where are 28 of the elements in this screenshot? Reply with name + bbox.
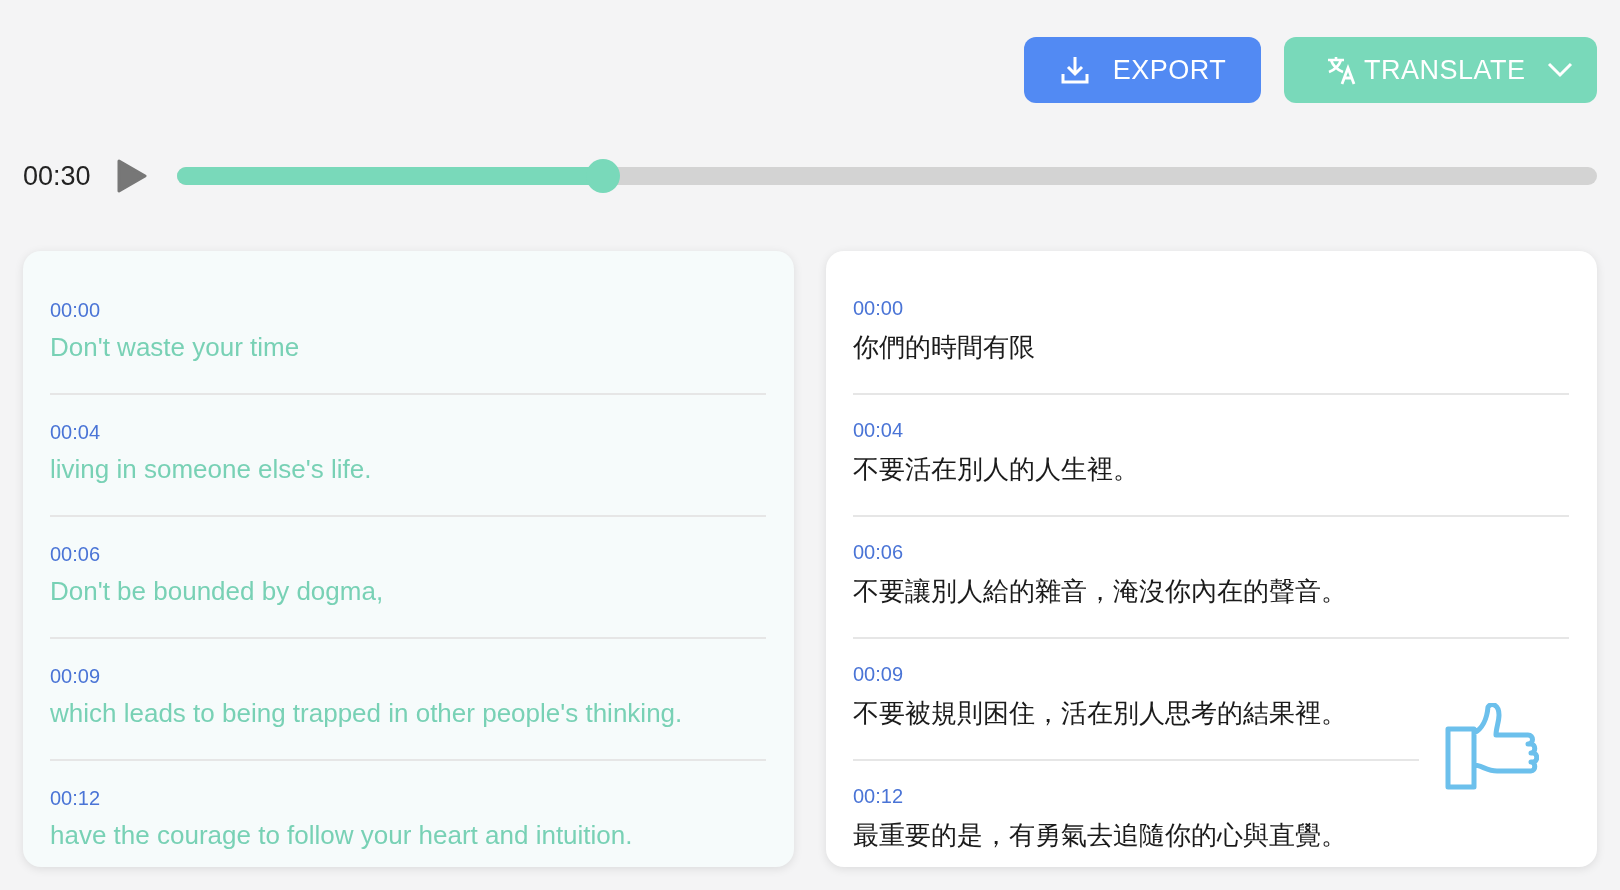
- caption-text: living in someone else's life.: [50, 454, 373, 485]
- timestamp[interactable]: 00:00: [50, 299, 766, 322]
- caption-text: 不要被規則困住，活在別人思考的結果裡。: [853, 697, 1348, 730]
- play-icon[interactable]: [117, 159, 147, 193]
- export-button[interactable]: EXPORT: [1024, 37, 1261, 103]
- timestamp[interactable]: 00:12: [50, 787, 766, 810]
- caption-text: Don't be bounded by dogma,: [50, 576, 385, 607]
- timestamp[interactable]: 00:04: [50, 421, 766, 444]
- timestamp[interactable]: 00:09: [50, 665, 766, 688]
- timestamp[interactable]: 00:09: [853, 663, 1419, 686]
- caption-text: which leads to being trapped in other people's thinking.: [50, 698, 684, 729]
- translate-icon: [1326, 54, 1358, 86]
- playback-time: 00:30: [23, 160, 92, 192]
- timestamp[interactable]: 00:06: [50, 543, 766, 566]
- caption-text: 不要活在別人的人生裡。: [853, 453, 1140, 486]
- caret-icon: [1547, 62, 1573, 78]
- timestamp[interactable]: 00:00: [853, 297, 1569, 320]
- caption-text: 你們的時間有限: [853, 331, 1036, 364]
- caption-text: Don't waste your time: [50, 332, 301, 363]
- progress-thumb[interactable]: [586, 159, 620, 193]
- timestamp[interactable]: 00:06: [853, 541, 1569, 564]
- caption-text: 不要讓別人給的雜音，淹沒你內在的聲音。: [853, 575, 1348, 608]
- timestamp[interactable]: 00:04: [853, 419, 1569, 442]
- progress-track[interactable]: [177, 167, 1597, 185]
- timestamp[interactable]: 00:12: [853, 785, 1569, 808]
- thumbs-up-icon: [1445, 703, 1539, 791]
- caption-text: have the courage to follow your heart and intuition.: [50, 820, 634, 851]
- caption-text: 最重要的是，有勇氣去追隨你的心與直覺。: [853, 819, 1348, 852]
